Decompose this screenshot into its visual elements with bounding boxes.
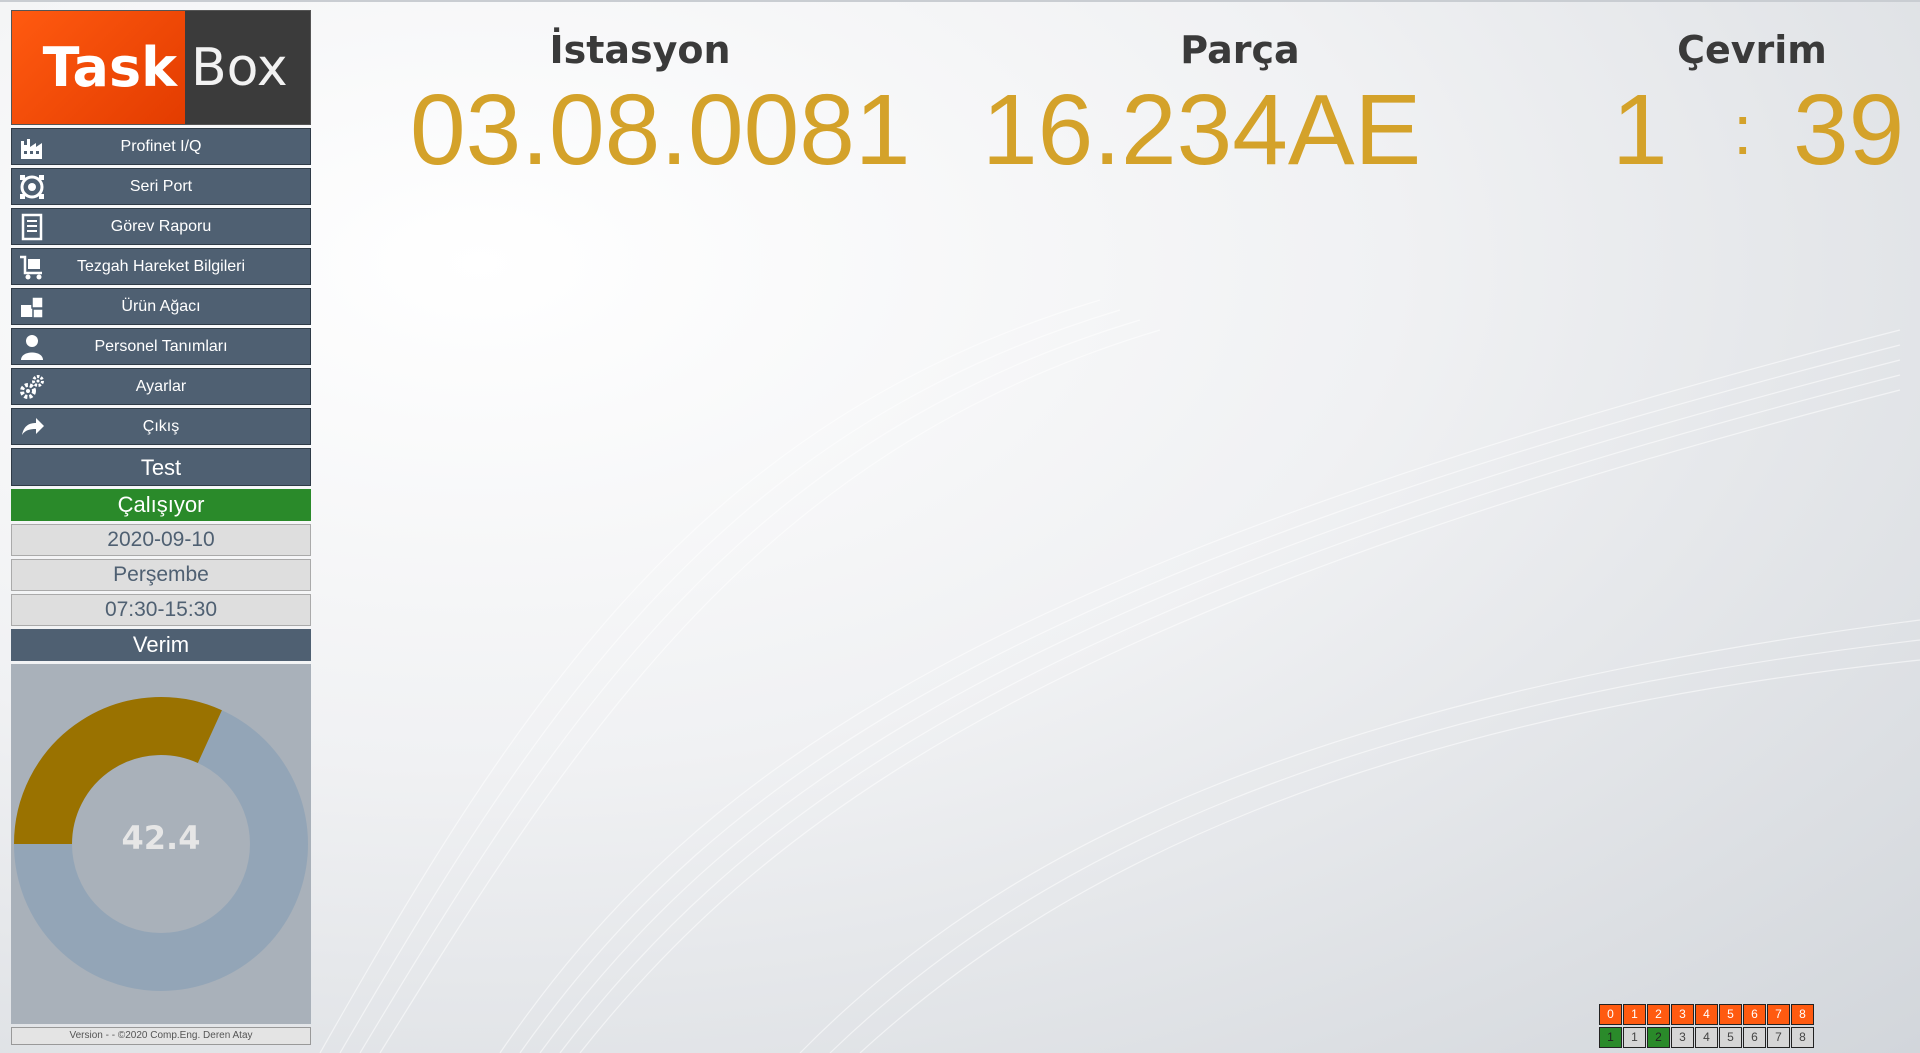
io-output-cell: 8 — [1791, 1004, 1814, 1025]
io-output-cell: 1 — [1623, 1004, 1646, 1025]
status-badge: Çalışıyor — [11, 489, 311, 521]
station-label: İstasyon — [549, 28, 731, 72]
part-label: Parça — [1180, 28, 1300, 72]
cycle-minutes: 1 — [1612, 74, 1668, 186]
io-input-row: 112345678 — [1599, 1027, 1821, 1048]
sidebar-item-seri-port[interactable]: Seri Port — [11, 168, 311, 205]
sidebar-item-cikis[interactable]: Çıkış — [11, 408, 311, 445]
user-icon — [21, 335, 43, 360]
day-display: Perşembe — [11, 559, 311, 591]
sidebar-item-label: Ayarlar — [135, 377, 187, 395]
verim-gauge: 42.4 — [11, 664, 311, 1024]
io-input-cell: 3 — [1671, 1027, 1694, 1048]
io-input-cell: 7 — [1767, 1027, 1790, 1048]
io-output-cell: 4 — [1695, 1004, 1718, 1025]
io-status-grid: 012345678 112345678 — [1599, 1004, 1821, 1050]
sidebar-item-label: Ürün Ağacı — [121, 297, 201, 315]
sidebar-item-ayarlar[interactable]: Ayarlar — [11, 368, 311, 405]
gears-icon — [20, 375, 44, 399]
sidebar-item-label: Çıkış — [142, 417, 180, 435]
io-input-cell: 8 — [1791, 1027, 1814, 1048]
io-input-cell: 2 — [1647, 1027, 1670, 1048]
date-display: 2020-09-10 — [11, 524, 311, 556]
station-value: 03.08.0081 — [410, 74, 911, 186]
sidebar: Task Box Profinet I/Q Seri Port Görev Ra… — [11, 10, 311, 1045]
sidebar-item-label: Tezgah Hareket Bilgileri — [76, 257, 246, 275]
logo-secondary: Box — [185, 11, 310, 124]
io-output-cell: 5 — [1719, 1004, 1742, 1025]
cycle-seconds: 39 — [1793, 74, 1905, 186]
io-input-cell: 1 — [1599, 1027, 1622, 1048]
top-border — [0, 0, 1920, 2]
sidebar-item-label: Görev Raporu — [110, 217, 212, 235]
serial-port-icon — [20, 175, 44, 199]
report-icon — [21, 213, 43, 241]
sidebar-item-tezgah-hareket[interactable]: Tezgah Hareket Bilgileri — [11, 248, 311, 285]
sidebar-item-label: Profinet I/Q — [120, 137, 202, 155]
taskbox-logo: Task Box — [11, 10, 311, 125]
sidebar-item-label: Seri Port — [129, 177, 193, 195]
io-output-row: 012345678 — [1599, 1004, 1821, 1025]
io-output-cell: 0 — [1599, 1004, 1622, 1025]
io-input-cell: 6 — [1743, 1027, 1766, 1048]
boxes-icon — [21, 296, 44, 319]
exit-arrow-icon — [22, 418, 44, 435]
io-input-cell: 1 — [1623, 1027, 1646, 1048]
sidebar-item-profinet[interactable]: Profinet I/Q — [11, 128, 311, 165]
sidebar-item-gorev-raporu[interactable]: Görev Raporu — [11, 208, 311, 245]
io-output-cell: 2 — [1647, 1004, 1670, 1025]
verim-label: Verim — [11, 629, 311, 661]
cart-icon — [20, 255, 42, 280]
io-input-cell: 5 — [1719, 1027, 1742, 1048]
sidebar-item-label: Personel Tanımları — [94, 337, 228, 355]
shift-display: 07:30-15:30 — [11, 594, 311, 626]
gauge-value: 42.4 — [121, 819, 201, 857]
part-value: 16.234AE — [982, 74, 1422, 186]
cycle-label: Çevrim — [1677, 28, 1827, 72]
io-input-cell: 4 — [1695, 1027, 1718, 1048]
io-output-cell: 3 — [1671, 1004, 1694, 1025]
factory-icon — [21, 139, 42, 159]
cycle-separator: : — [1733, 91, 1753, 169]
sidebar-item-urun-agaci[interactable]: Ürün Ağacı — [11, 288, 311, 325]
sidebar-item-personel[interactable]: Personel Tanımları — [11, 328, 311, 365]
io-output-cell: 6 — [1743, 1004, 1766, 1025]
test-mode-label: Test — [11, 448, 311, 486]
version-footer: Version - - ©2020 Comp.Eng. Deren Atay — [11, 1027, 311, 1045]
io-output-cell: 7 — [1767, 1004, 1790, 1025]
logo-primary: Task — [12, 11, 185, 124]
